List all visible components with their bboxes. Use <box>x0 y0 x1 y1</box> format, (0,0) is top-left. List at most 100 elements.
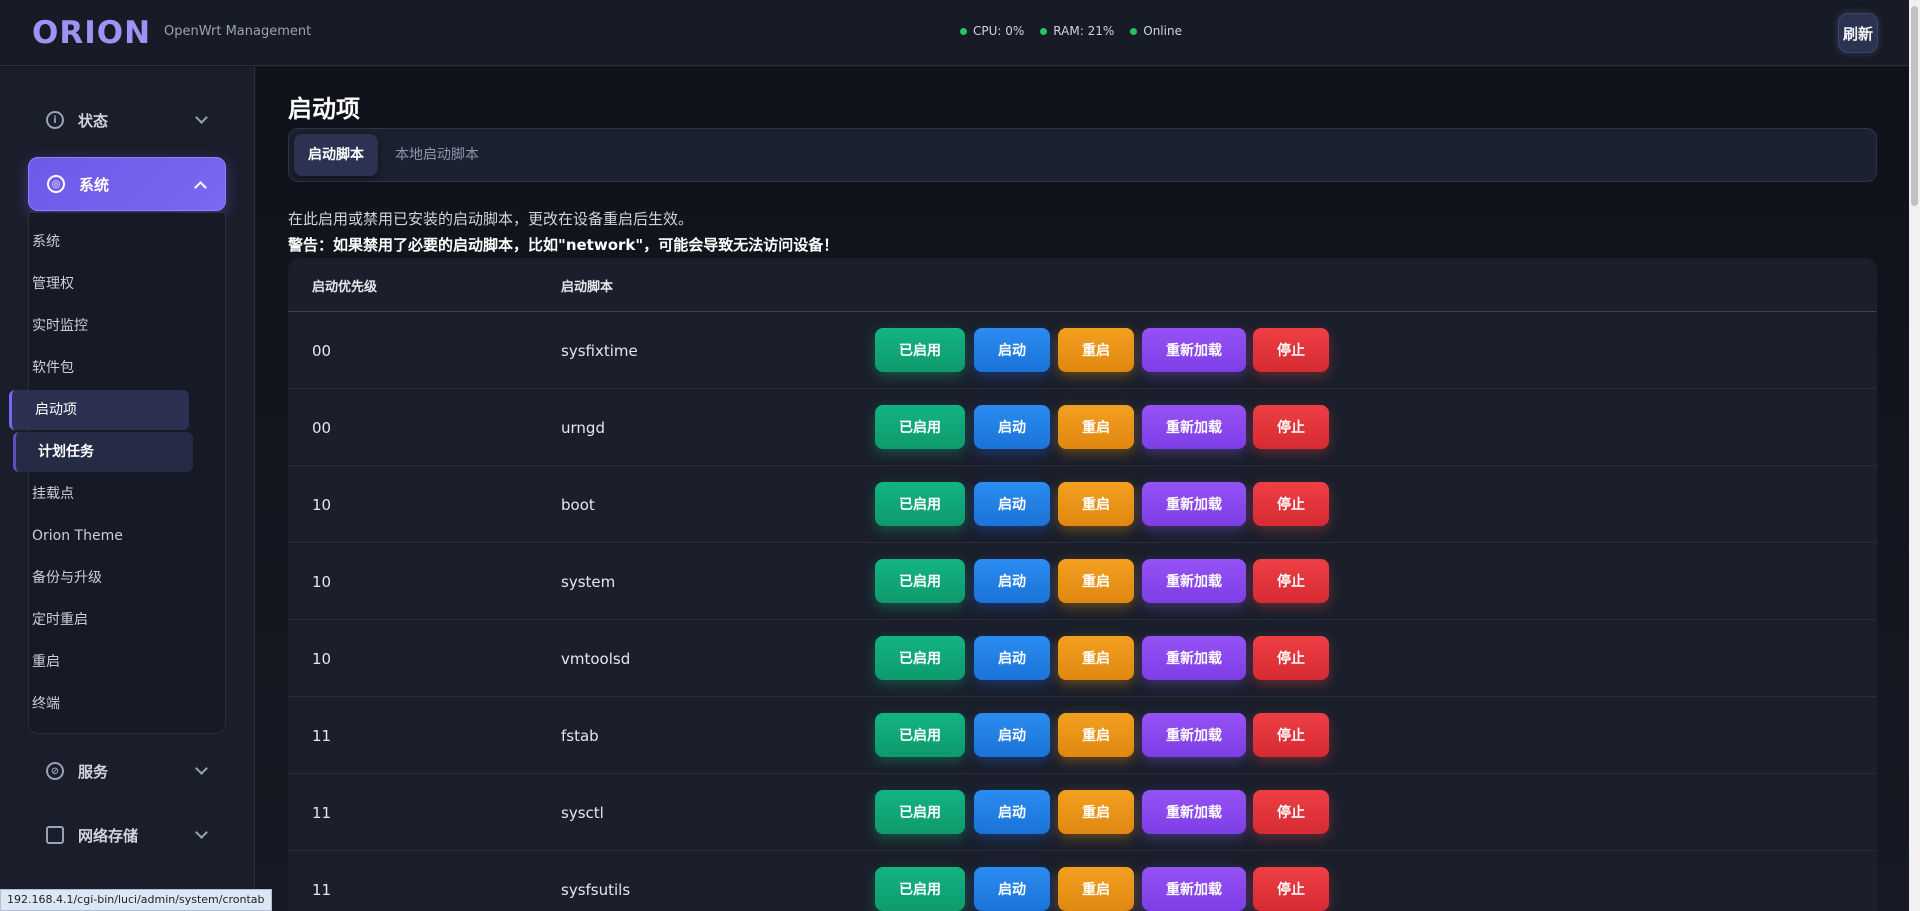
restart-button[interactable]: 重启 <box>1058 636 1134 680</box>
sidebar-item-reboot[interactable]: 重启 <box>32 642 60 682</box>
page-title: 启动项 <box>288 95 360 123</box>
restart-button[interactable]: 重启 <box>1058 328 1134 372</box>
stop-button[interactable]: 停止 <box>1253 790 1329 834</box>
enabled-toggle-button[interactable]: 已启用 <box>875 636 965 680</box>
tab-init-scripts[interactable]: 启动脚本 <box>294 134 378 176</box>
restart-button[interactable]: 重启 <box>1058 713 1134 757</box>
sidebar-item-mounts[interactable]: 挂载点 <box>32 474 74 514</box>
start-button[interactable]: 启动 <box>974 636 1050 680</box>
sidebar-item-terminal[interactable]: 终端 <box>32 684 60 724</box>
header-priority: 启动优先级 <box>312 280 378 295</box>
system-status-bar: CPU: 0% RAM: 21% Online <box>960 24 1182 38</box>
reload-button[interactable]: 重新加载 <box>1142 328 1246 372</box>
stop-button[interactable]: 停止 <box>1253 559 1329 603</box>
priority-cell: 11 <box>312 727 332 745</box>
sidebar-item-system[interactable]: 系统 <box>32 222 60 262</box>
sidebar-item-theme[interactable]: Orion Theme <box>32 516 123 556</box>
sidebar-item-crontab[interactable]: 计划任务 <box>13 432 193 472</box>
start-button[interactable]: 启动 <box>974 405 1050 449</box>
table-row: 10 vmtoolsd 已启用 启动 重启 重新加载 停止 <box>288 620 1877 697</box>
status-dot-icon <box>1130 27 1138 35</box>
refresh-button[interactable]: 刷新 <box>1838 13 1878 53</box>
stop-button[interactable]: 停止 <box>1253 328 1329 372</box>
table-row: 10 system 已启用 启动 重启 重新加载 停止 <box>288 543 1877 620</box>
stop-button[interactable]: 停止 <box>1253 867 1329 911</box>
priority-cell: 00 <box>312 342 332 360</box>
nav-group-status[interactable]: i 状态 <box>28 93 226 147</box>
enabled-toggle-button[interactable]: 已启用 <box>875 482 965 526</box>
nav-group-label: 状态 <box>78 111 109 130</box>
reload-button[interactable]: 重新加载 <box>1142 713 1246 757</box>
restart-button[interactable]: 重启 <box>1058 867 1134 911</box>
enabled-toggle-button[interactable]: 已启用 <box>875 328 965 372</box>
stop-button[interactable]: 停止 <box>1253 636 1329 680</box>
start-button[interactable]: 启动 <box>974 482 1050 526</box>
reload-button[interactable]: 重新加载 <box>1142 790 1246 834</box>
sidebar-item-backup[interactable]: 备份与升级 <box>32 558 102 598</box>
target-icon: ◎ <box>47 175 65 193</box>
script-name-cell: fstab <box>561 727 599 745</box>
header-script: 启动脚本 <box>561 280 614 295</box>
restart-button[interactable]: 重启 <box>1058 482 1134 526</box>
info-icon: i <box>46 111 64 129</box>
script-name-cell: sysfsutils <box>561 881 631 899</box>
tab-local-startup[interactable]: 本地启动脚本 <box>381 134 493 176</box>
enabled-toggle-button[interactable]: 已启用 <box>875 405 965 449</box>
nav-group-label: 系统 <box>79 175 110 194</box>
start-button[interactable]: 启动 <box>974 559 1050 603</box>
reload-button[interactable]: 重新加载 <box>1142 636 1246 680</box>
sidebar-item-packages[interactable]: 软件包 <box>32 348 74 388</box>
sidebar: i 状态 ◎ 系统 系统 管理权 实时监控 软件包 启动项 计划任务 挂载点 O… <box>0 67 255 911</box>
cpu-status: CPU: 0% <box>960 24 1024 38</box>
sidebar-item-admin[interactable]: 管理权 <box>32 264 74 304</box>
stop-button[interactable]: 停止 <box>1253 482 1329 526</box>
priority-cell: 11 <box>312 804 332 822</box>
nav-group-services[interactable]: ⊘ 服务 <box>28 744 226 798</box>
start-button[interactable]: 启动 <box>974 713 1050 757</box>
stop-button[interactable]: 停止 <box>1253 713 1329 757</box>
script-name-cell: sysfixtime <box>561 342 638 360</box>
tab-bar: 启动脚本 本地启动脚本 <box>288 128 1877 182</box>
reload-button[interactable]: 重新加载 <box>1142 482 1246 526</box>
priority-cell: 10 <box>312 496 332 514</box>
logo-text: ORION <box>32 15 152 51</box>
script-name-cell: sysctl <box>561 804 604 822</box>
ram-status: RAM: 21% <box>1040 24 1114 38</box>
sidebar-item-realtime[interactable]: 实时监控 <box>32 306 88 346</box>
script-name-cell: boot <box>561 496 595 514</box>
chevron-down-icon <box>195 762 208 775</box>
start-button[interactable]: 启动 <box>974 328 1050 372</box>
status-dot-icon <box>960 27 967 35</box>
nav-group-system[interactable]: ◎ 系统 <box>28 157 226 211</box>
sidebar-item-scheduled-reboot[interactable]: 定时重启 <box>32 600 88 640</box>
table-row: 11 fstab 已启用 启动 重启 重新加载 停止 <box>288 697 1877 774</box>
enabled-toggle-button[interactable]: 已启用 <box>875 559 965 603</box>
reload-button[interactable]: 重新加载 <box>1142 559 1246 603</box>
page-description: 在此启用或禁用已安装的启动脚本，更改在设备重启后生效。 <box>288 210 694 228</box>
stop-button[interactable]: 停止 <box>1253 405 1329 449</box>
restart-button[interactable]: 重启 <box>1058 790 1134 834</box>
enabled-toggle-button[interactable]: 已启用 <box>875 790 965 834</box>
nav-group-label: 网络存储 <box>78 826 139 845</box>
nav-group-nas[interactable]: 网络存储 <box>28 808 226 862</box>
enabled-toggle-button[interactable]: 已启用 <box>875 867 965 911</box>
script-name-cell: vmtoolsd <box>561 650 631 668</box>
chevron-up-icon <box>194 181 207 194</box>
orion-logo[interactable]: ORION <box>32 16 151 50</box>
enabled-toggle-button[interactable]: 已启用 <box>875 713 965 757</box>
page-scrollbar[interactable] <box>1909 0 1920 911</box>
services-icon: ⊘ <box>46 762 64 780</box>
reload-button[interactable]: 重新加载 <box>1142 867 1246 911</box>
status-url-tooltip: 192.168.4.1/cgi-bin/luci/admin/system/cr… <box>0 889 272 911</box>
scrollbar-thumb[interactable] <box>1911 6 1918 206</box>
reload-button[interactable]: 重新加载 <box>1142 405 1246 449</box>
sidebar-item-startup[interactable]: 启动项 <box>9 390 189 430</box>
priority-cell: 11 <box>312 881 332 899</box>
start-button[interactable]: 启动 <box>974 790 1050 834</box>
storage-icon <box>46 826 64 844</box>
priority-cell: 10 <box>312 573 332 591</box>
restart-button[interactable]: 重启 <box>1058 559 1134 603</box>
start-button[interactable]: 启动 <box>974 867 1050 911</box>
restart-button[interactable]: 重启 <box>1058 405 1134 449</box>
table-row: 11 sysfsutils 已启用 启动 重启 重新加载 停止 <box>288 851 1877 911</box>
